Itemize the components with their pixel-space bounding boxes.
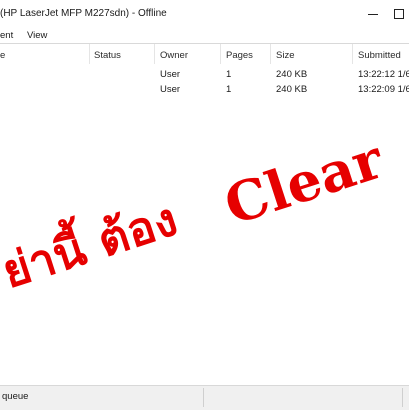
maximize-button[interactable] [388,0,409,28]
job-size: 240 KB [276,69,308,80]
window-title: (HP LaserJet MFP M227sdn) - Offline [0,8,167,19]
job-pages: 1 [226,69,232,80]
print-job-list[interactable]: e Status Owner Pages Size Submitted User… [0,43,409,386]
column-header-owner[interactable]: Owner [160,50,188,61]
column-header-submitted[interactable]: Submitted [358,50,401,61]
column-separator[interactable] [220,44,221,64]
column-header-pages[interactable]: Pages [226,50,253,61]
status-text: queue [2,391,29,402]
job-owner: User [160,69,181,80]
job-owner: User [160,84,181,95]
minimize-icon [368,13,378,15]
maximize-icon [394,9,404,19]
status-separator [203,388,204,407]
column-separator[interactable] [352,44,353,64]
job-submitted: 13:22:09 1/6 [358,84,409,95]
menu-item-document[interactable]: ent [0,30,13,41]
column-separator[interactable] [270,44,271,64]
table-row[interactable]: User 1 240 KB 13:22:12 1/6 [0,69,409,83]
job-size: 240 KB [276,84,308,95]
menu-bar: ent View [0,28,409,43]
column-separator[interactable] [89,44,90,64]
job-submitted: 13:22:12 1/6 [358,69,409,80]
column-separator[interactable] [154,44,155,64]
minimize-button[interactable] [362,0,384,28]
column-header-document[interactable]: e [0,50,5,61]
status-bar: queue [0,385,409,410]
table-row[interactable]: User 1 240 KB 13:22:09 1/6 [0,84,409,98]
menu-item-view[interactable]: View [27,30,47,41]
column-header-size[interactable]: Size [276,50,294,61]
job-pages: 1 [226,84,232,95]
title-bar: (HP LaserJet MFP M227sdn) - Offline [0,0,409,28]
column-header-status[interactable]: Status [94,50,121,61]
status-separator [402,388,403,407]
